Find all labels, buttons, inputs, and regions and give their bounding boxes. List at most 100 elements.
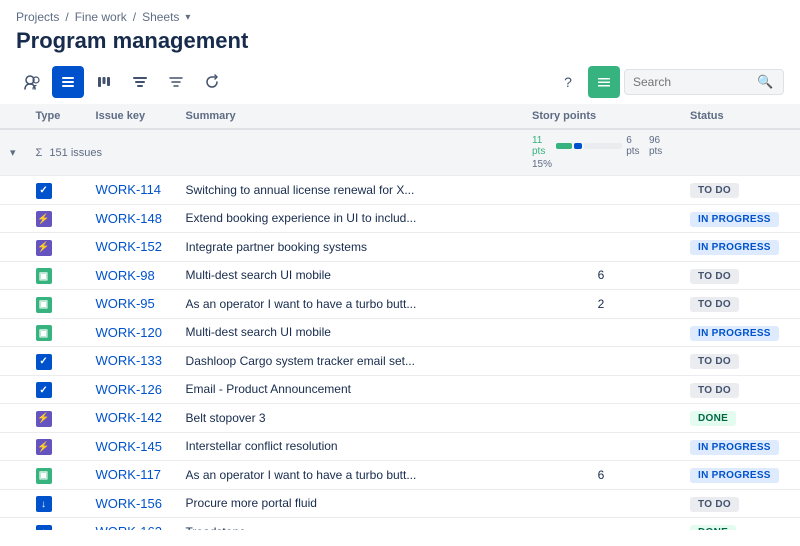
row-status: IN PROGRESS — [680, 432, 800, 461]
avatar-group-button[interactable] — [16, 66, 48, 98]
row-key[interactable]: WORK-148 — [86, 204, 176, 233]
type-icon: ↓ — [36, 525, 52, 531]
status-badge: IN PROGRESS — [690, 212, 779, 227]
row-key[interactable]: WORK-142 — [86, 404, 176, 433]
toolbar-right: ? 🔍 — [552, 66, 784, 98]
row-points — [522, 518, 680, 531]
table-row: ⚡ WORK-148 Extend booking experience in … — [0, 204, 800, 233]
table-row: ▣ WORK-120 Multi-dest search UI mobile I… — [0, 318, 800, 347]
row-expand — [0, 375, 26, 404]
row-expand — [0, 489, 26, 518]
row-expand — [0, 261, 26, 290]
row-status: DONE — [680, 404, 800, 433]
row-key[interactable]: WORK-133 — [86, 347, 176, 376]
row-points — [522, 347, 680, 376]
row-summary: Treadstone — [176, 518, 522, 531]
status-badge: TO DO — [690, 297, 739, 312]
row-summary: Multi-dest search UI mobile — [176, 261, 522, 290]
issue-key[interactable]: WORK-156 — [96, 496, 162, 511]
filter-button[interactable] — [160, 66, 192, 98]
row-key[interactable]: WORK-114 — [86, 176, 176, 205]
list-view-button[interactable] — [52, 66, 84, 98]
type-icon: ✓ — [36, 354, 52, 370]
sigma-icon: Σ — [36, 147, 43, 159]
col-status-header: Status — [680, 104, 800, 129]
issue-key[interactable]: WORK-114 — [96, 182, 162, 197]
status-badge: IN PROGRESS — [690, 468, 779, 483]
row-expand — [0, 204, 26, 233]
issue-key[interactable]: WORK-142 — [96, 410, 162, 425]
issue-key[interactable]: WORK-95 — [96, 296, 155, 311]
row-status: TO DO — [680, 176, 800, 205]
row-expand — [0, 318, 26, 347]
status-badge: TO DO — [690, 497, 739, 512]
row-type: ▣ — [26, 261, 86, 290]
col-points-header: Story points — [522, 104, 680, 129]
breadcrumb-sheets[interactable]: Sheets — [142, 10, 179, 24]
table-row: ↓ WORK-162 Treadstone DONE — [0, 518, 800, 531]
row-key[interactable]: WORK-152 — [86, 233, 176, 262]
row-status: IN PROGRESS — [680, 461, 800, 490]
menu-icon-button[interactable] — [588, 66, 620, 98]
row-key[interactable]: WORK-162 — [86, 518, 176, 531]
row-key[interactable]: WORK-117 — [86, 461, 176, 490]
row-status: TO DO — [680, 375, 800, 404]
row-status: TO DO — [680, 290, 800, 319]
row-type: ⚡ — [26, 233, 86, 262]
issue-key[interactable]: WORK-148 — [96, 211, 162, 226]
board-view-button[interactable] — [88, 66, 120, 98]
breadcrumb-finework[interactable]: Fine work — [75, 10, 127, 24]
breadcrumb: Projects / Fine work / Sheets ▾ — [0, 0, 800, 26]
table-row: ⚡ WORK-152 Integrate partner booking sys… — [0, 233, 800, 262]
type-icon: ✓ — [36, 183, 52, 199]
type-icon: ⚡ — [36, 411, 52, 427]
row-type: ↓ — [26, 489, 86, 518]
table-row: ▣ WORK-98 Multi-dest search UI mobile 6 … — [0, 261, 800, 290]
hierarchy-button[interactable] — [124, 66, 156, 98]
row-key[interactable]: WORK-126 — [86, 375, 176, 404]
row-type: ✓ — [26, 176, 86, 205]
help-button[interactable]: ? — [552, 66, 584, 98]
page-title: Program management — [0, 26, 800, 62]
row-summary: Extend booking experience in UI to inclu… — [176, 204, 522, 233]
search-input[interactable] — [633, 75, 753, 89]
col-type-header: Type — [26, 104, 86, 129]
row-expand — [0, 347, 26, 376]
row-summary: Belt stopover 3 — [176, 404, 522, 433]
row-points: 2 — [522, 290, 680, 319]
row-status: TO DO — [680, 347, 800, 376]
toolbar-left — [16, 66, 228, 98]
row-status: DONE — [680, 518, 800, 531]
issue-key[interactable]: WORK-145 — [96, 439, 162, 454]
table-container: Type Issue key Summary Story points Stat… — [0, 104, 800, 530]
issue-key[interactable]: WORK-117 — [96, 467, 162, 482]
row-points: 6 — [522, 461, 680, 490]
table-row: ✓ WORK-126 Email - Product Announcement … — [0, 375, 800, 404]
row-key[interactable]: WORK-156 — [86, 489, 176, 518]
row-key[interactable]: WORK-98 — [86, 261, 176, 290]
type-icon: ↓ — [36, 496, 52, 512]
issue-key[interactable]: WORK-133 — [96, 353, 162, 368]
expand-all-button[interactable]: ▾ — [10, 146, 16, 159]
summary-progress: 11 pts 6 pts 96 pts 15% — [522, 129, 680, 176]
row-key[interactable]: WORK-145 — [86, 432, 176, 461]
issue-key[interactable]: WORK-120 — [96, 325, 162, 340]
col-expand-header — [0, 104, 26, 129]
breadcrumb-projects[interactable]: Projects — [16, 10, 59, 24]
row-key[interactable]: WORK-95 — [86, 290, 176, 319]
status-badge: TO DO — [690, 354, 739, 369]
refresh-button[interactable] — [196, 66, 228, 98]
type-icon: ▣ — [36, 268, 52, 284]
issue-key[interactable]: WORK-152 — [96, 239, 162, 254]
row-expand — [0, 518, 26, 531]
row-type: ✓ — [26, 347, 86, 376]
row-key[interactable]: WORK-120 — [86, 318, 176, 347]
row-type: ▣ — [26, 461, 86, 490]
issue-key[interactable]: WORK-98 — [96, 268, 155, 283]
issue-key[interactable]: WORK-126 — [96, 382, 162, 397]
row-type: ▣ — [26, 290, 86, 319]
row-type: ✓ — [26, 375, 86, 404]
table-header-row: Type Issue key Summary Story points Stat… — [0, 104, 800, 129]
toolbar: ? 🔍 — [0, 62, 800, 104]
issue-key[interactable]: WORK-162 — [96, 524, 162, 530]
